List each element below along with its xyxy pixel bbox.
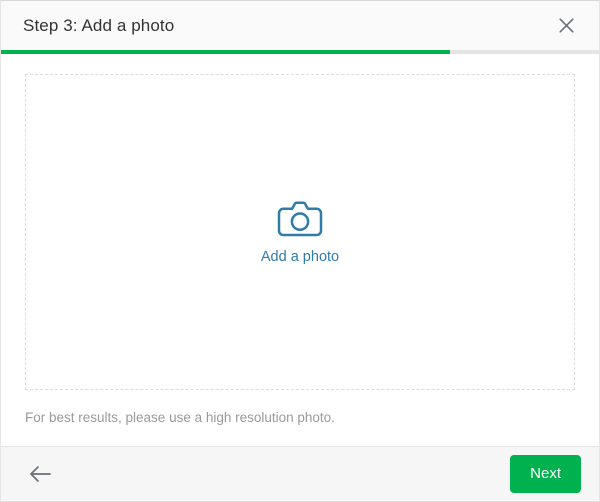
dropzone-content: Add a photo	[261, 200, 339, 266]
dialog-header: Step 3: Add a photo	[0, 0, 600, 50]
photo-dropzone[interactable]: Add a photo	[25, 74, 575, 390]
camera-icon	[277, 200, 323, 243]
back-button[interactable]	[23, 457, 57, 491]
add-photo-link[interactable]: Add a photo	[261, 249, 339, 266]
next-button[interactable]: Next	[510, 455, 581, 493]
page-title: Step 3: Add a photo	[23, 16, 175, 35]
close-icon	[557, 16, 576, 35]
add-photo-wizard-dialog: Step 3: Add a photo Add a photo For best…	[0, 0, 600, 502]
helper-text: For best results, please use a high reso…	[25, 410, 335, 425]
close-button[interactable]	[549, 9, 583, 43]
arrow-left-icon	[28, 465, 52, 483]
dialog-footer: Next	[0, 446, 600, 502]
dialog-body: Add a photo For best results, please use…	[0, 54, 600, 446]
